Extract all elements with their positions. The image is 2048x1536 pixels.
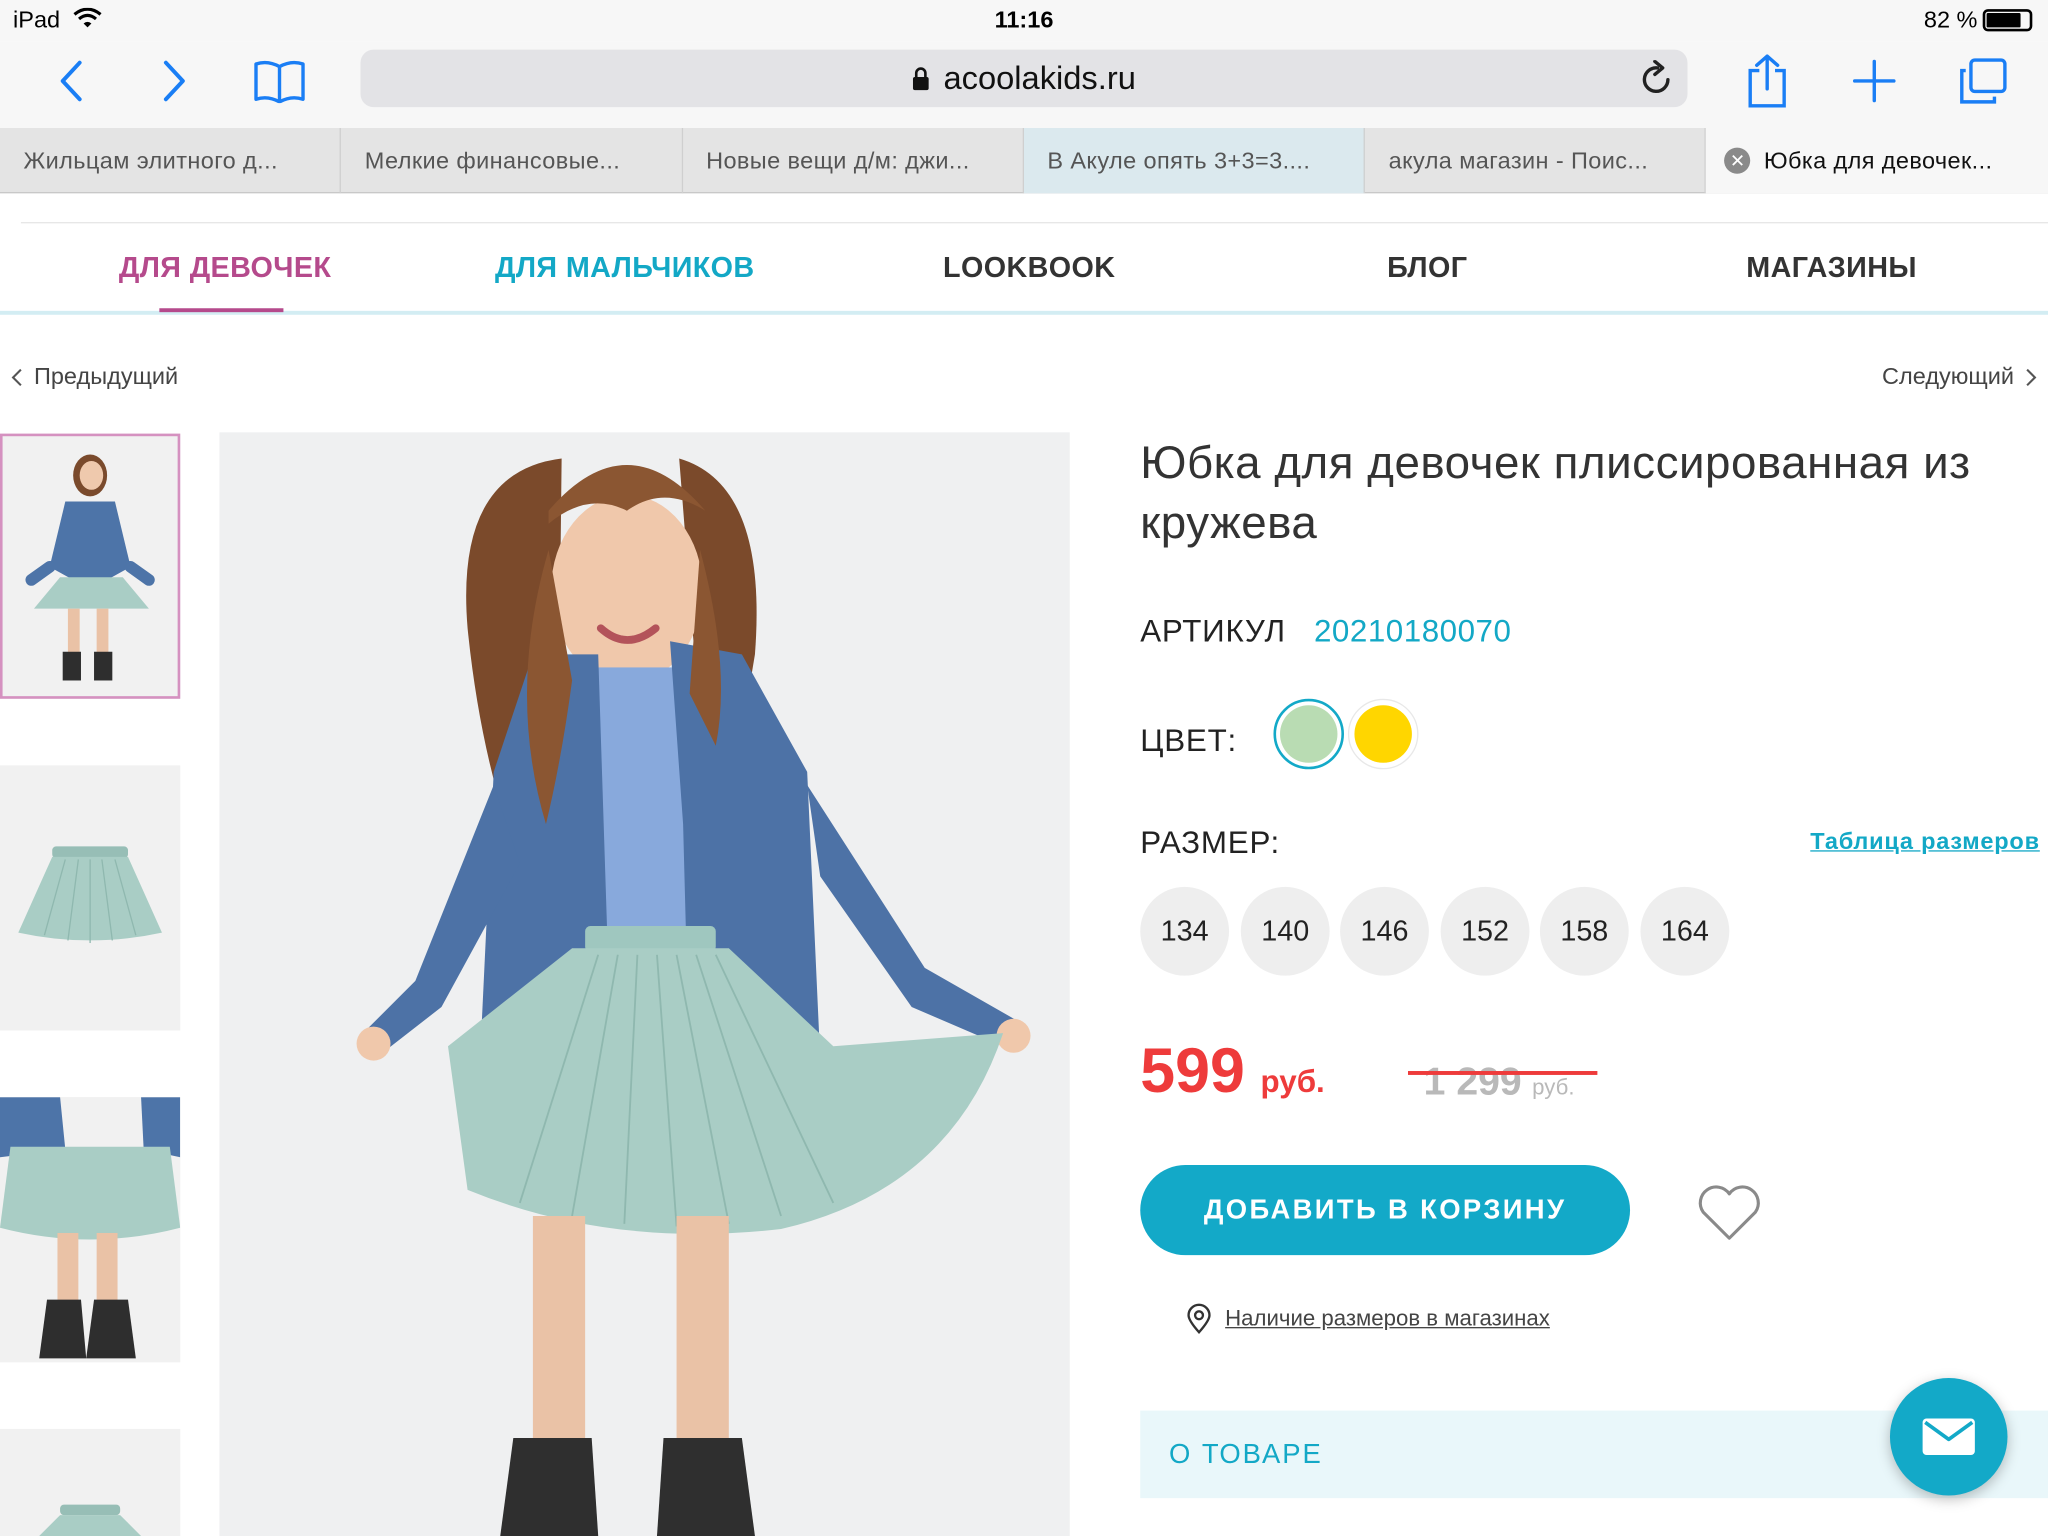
tab-title: Жильцам элитного д... bbox=[23, 146, 278, 174]
thumbnail-image-closeup bbox=[0, 1097, 181, 1363]
old-price-strikethrough bbox=[1407, 1071, 1598, 1075]
url-text: acoolakids.ru bbox=[943, 59, 1136, 96]
wishlist-button[interactable] bbox=[1695, 1183, 1763, 1250]
old-price-currency: руб. bbox=[1532, 1074, 1575, 1100]
nav-item-boys[interactable]: ДЛЯ МАЛЬЧИКОВ bbox=[495, 251, 755, 285]
store-availability-link[interactable]: Наличие размеров в магазинах bbox=[1186, 1303, 1550, 1335]
product-main-image[interactable] bbox=[219, 432, 1070, 1536]
prev-link[interactable]: Предыдущий bbox=[10, 363, 178, 390]
site-nav: ДЛЯ ДЕВОЧЕК ДЛЯ МАЛЬЧИКОВ LOOKBOOK БЛОГ … bbox=[0, 225, 2048, 314]
location-pin-icon bbox=[1187, 1303, 1211, 1335]
browser-toolbar: acoolakids.ru bbox=[0, 41, 2048, 128]
new-tab-icon bbox=[1852, 59, 1896, 103]
tab-strip: Жильцам элитного д... Мелкие финансовые.… bbox=[0, 127, 2048, 194]
thumbnail[interactable] bbox=[0, 1097, 181, 1363]
nav-item-lookbook[interactable]: LOOKBOOK bbox=[943, 251, 1115, 285]
nav-active-underline bbox=[159, 308, 284, 313]
size-table-link[interactable]: Таблица размеров bbox=[1810, 828, 2040, 855]
battery: 82 % bbox=[1923, 6, 2033, 34]
browser-tab[interactable]: Мелкие финансовые... bbox=[341, 127, 683, 194]
tabs-button[interactable] bbox=[1954, 42, 2011, 120]
tab-title: акула магазин - Поис... bbox=[1388, 146, 1649, 174]
old-price: 1 299 руб. bbox=[1424, 1061, 1575, 1105]
size-option[interactable]: 134 bbox=[1140, 886, 1230, 976]
back-button[interactable] bbox=[44, 42, 96, 120]
bookmarks-icon bbox=[254, 60, 305, 104]
next-label: Следующий bbox=[1882, 363, 2015, 390]
lock-icon bbox=[913, 66, 930, 90]
nav-item-girls[interactable]: ДЛЯ ДЕВОЧЕК bbox=[119, 251, 332, 285]
browser-tab[interactable]: Жильцам элитного д... bbox=[0, 127, 342, 194]
availability-text: Наличие размеров в магазинах bbox=[1225, 1306, 1550, 1331]
tab-title: В Акуле опять 3+3=3.... bbox=[1047, 146, 1311, 174]
price-currency: руб. bbox=[1260, 1064, 1325, 1100]
chevron-left-icon bbox=[11, 368, 22, 386]
current-price: 599 руб. bbox=[1140, 1036, 1325, 1108]
forward-button[interactable] bbox=[149, 42, 201, 120]
share-icon bbox=[1748, 54, 1786, 108]
tab-title: Мелкие финансовые... bbox=[364, 146, 621, 174]
forward-icon bbox=[163, 60, 185, 102]
heart-icon bbox=[1698, 1185, 1760, 1240]
about-label: О ТОВАРЕ bbox=[1168, 1438, 1323, 1469]
browser-tab-active[interactable]: ✕ Юбка для девочек... bbox=[1706, 127, 2048, 194]
battery-icon bbox=[1982, 9, 2033, 32]
color-label: ЦВЕТ: bbox=[1140, 723, 1238, 759]
size-option[interactable]: 146 bbox=[1340, 886, 1429, 976]
color-swatch-yellow bbox=[1354, 705, 1412, 763]
reload-button[interactable] bbox=[1640, 59, 1674, 103]
address-text: acoolakids.ru bbox=[360, 50, 1687, 107]
price-value: 599 bbox=[1140, 1037, 1245, 1107]
color-swatch-selected[interactable] bbox=[1273, 698, 1344, 770]
battery-percent: 82 % bbox=[1923, 6, 1978, 33]
size-option[interactable]: 158 bbox=[1539, 886, 1629, 976]
product-title: Юбка для девочек плиссированная из круже… bbox=[1140, 437, 1971, 549]
browser-tab[interactable]: В Акуле опять 3+3=3.... bbox=[1023, 127, 1366, 194]
tab-title: Юбка для девочек... bbox=[1763, 146, 1993, 174]
bookmarks-button[interactable] bbox=[248, 42, 311, 120]
page: iPad 11:16 82 % acoolakids.ru Жильцам эл… bbox=[0, 0, 2048, 1536]
thumbnail-image-skirt-detail bbox=[0, 1428, 181, 1536]
nav-item-stores[interactable]: МАГАЗИНЫ bbox=[1746, 251, 1917, 285]
size-label: РАЗМЕР: bbox=[1140, 825, 1280, 861]
tabs-icon bbox=[1960, 58, 2007, 104]
thumbnail[interactable] bbox=[0, 433, 181, 699]
share-button[interactable] bbox=[1740, 42, 1795, 120]
back-icon bbox=[60, 60, 82, 102]
reload-icon bbox=[1642, 59, 1670, 93]
old-price-value: 1 299 bbox=[1423, 1060, 1522, 1104]
mail-icon bbox=[1922, 1418, 1975, 1456]
article-label: АРТИКУЛ bbox=[1140, 613, 1286, 650]
browser-tab[interactable]: акула магазин - Поис... bbox=[1365, 127, 1707, 194]
thumbnail[interactable] bbox=[0, 765, 181, 1031]
chat-button[interactable] bbox=[1889, 1377, 2008, 1496]
color-swatch-green bbox=[1279, 705, 1338, 763]
color-swatch-option[interactable] bbox=[1347, 698, 1419, 770]
thumbnail-image-skirt bbox=[0, 765, 181, 1031]
product-photo bbox=[219, 432, 1070, 1536]
add-to-cart-button[interactable]: ДОБАВИТЬ В КОРЗИНУ bbox=[1140, 1165, 1631, 1256]
status-bar: iPad 11:16 82 % bbox=[0, 0, 2048, 42]
nav-item-blog[interactable]: БЛОГ bbox=[1387, 251, 1467, 285]
size-option[interactable]: 164 bbox=[1640, 886, 1730, 976]
thumbnail[interactable] bbox=[0, 1428, 181, 1536]
next-link[interactable]: Следующий bbox=[1882, 363, 2037, 390]
browser-tab[interactable]: Новые вещи д/м: джи... bbox=[683, 127, 1024, 194]
prev-label: Предыдущий bbox=[33, 363, 179, 390]
close-tab-icon[interactable]: ✕ bbox=[1724, 147, 1751, 174]
size-option[interactable]: 152 bbox=[1440, 886, 1530, 976]
new-tab-button[interactable] bbox=[1847, 42, 1902, 120]
battery-level bbox=[1986, 13, 2021, 28]
thumbnail-image-full-look bbox=[2, 436, 178, 697]
nav-bottom-line bbox=[0, 310, 2048, 315]
address-bar[interactable]: acoolakids.ru bbox=[360, 49, 1688, 108]
tab-title: Новые вещи д/м: джи... bbox=[706, 146, 970, 174]
size-option[interactable]: 140 bbox=[1240, 886, 1330, 976]
nav-divider bbox=[20, 222, 2048, 224]
chevron-right-icon bbox=[2026, 368, 2037, 386]
article-number: 20210180070 bbox=[1313, 613, 1512, 650]
clock: 11:16 bbox=[994, 6, 1054, 33]
